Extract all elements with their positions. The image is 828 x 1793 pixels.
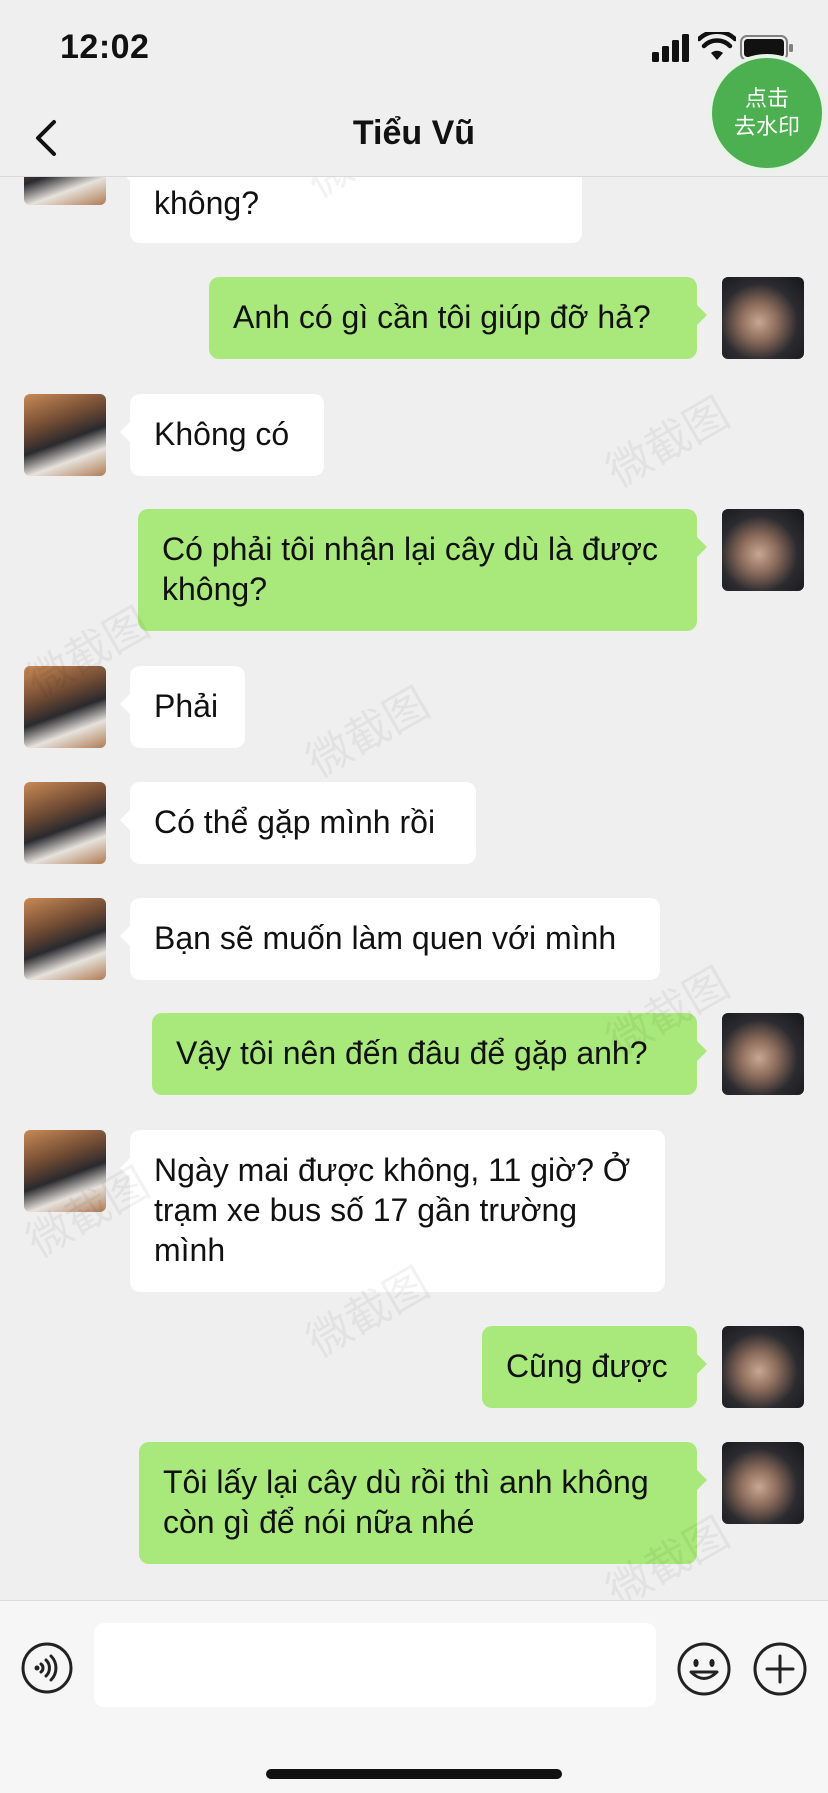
message-bubble-outgoing[interactable]: Có phải tôi nhận lại cây dù là được khôn…: [138, 509, 707, 631]
chat-input-bar: [0, 1600, 828, 1793]
home-indicator: [266, 1769, 562, 1779]
signal-icon: [652, 34, 689, 62]
message-bubble-incoming[interactable]: Có thể gặp mình rồi: [120, 782, 476, 864]
emoji-icon[interactable]: [676, 1641, 732, 1697]
status-bar: 12:02: [0, 0, 828, 100]
message-text: không?: [154, 185, 259, 221]
message-text: Không có: [154, 416, 290, 452]
message-text: Có phải tôi nhận lại cây dù là được khôn…: [162, 531, 659, 607]
avatar-contact[interactable]: [24, 898, 106, 980]
message-text: Bạn sẽ muốn làm quen với mình: [154, 920, 617, 956]
watermark-text: 微截图: [298, 678, 438, 788]
watermark-badge-line1: 点击: [744, 86, 789, 111]
wifi-icon: [698, 32, 736, 60]
plus-icon[interactable]: [752, 1641, 808, 1697]
avatar-self[interactable]: [722, 1326, 804, 1408]
message-text: Cũng được: [506, 1348, 668, 1384]
chat-title: Tiểu Vũ: [352, 114, 476, 152]
message-text: Vậy tôi nên đến đâu để gặp anh?: [176, 1035, 648, 1071]
avatar-self[interactable]: [722, 1442, 804, 1524]
watermark-badge-line2: 去水印: [733, 114, 800, 139]
message-bubble-incoming[interactable]: Bạn sẽ muốn làm quen với mình: [120, 898, 660, 980]
watermark-text: 微截图: [598, 388, 738, 498]
avatar-self[interactable]: [722, 277, 804, 359]
message-bubble-incoming[interactable]: Phải: [120, 666, 245, 748]
message-text: Có thể gặp mình rồi: [154, 804, 436, 840]
status-time: 12:02: [60, 28, 150, 66]
voice-icon[interactable]: [20, 1641, 74, 1695]
remove-watermark-button[interactable]: 点击 去水印: [712, 58, 822, 168]
message-bubble-outgoing[interactable]: Anh có gì cần tôi giúp đỡ hả?: [209, 277, 707, 359]
chat-header: Tiểu Vũ: [0, 100, 828, 177]
chat-messages[interactable]: không? Anh có gì cần tôi giúp đỡ hả? Khô…: [0, 177, 828, 1600]
avatar-contact[interactable]: [24, 394, 106, 476]
avatar-contact[interactable]: [24, 666, 106, 748]
message-bubble-outgoing[interactable]: Vậy tôi nên đến đâu để gặp anh?: [152, 1013, 707, 1095]
avatar-contact[interactable]: [24, 1130, 106, 1212]
message-bubble-outgoing[interactable]: Tôi lấy lại cây dù rồi thì anh không còn…: [139, 1442, 707, 1564]
message-text: Anh có gì cần tôi giúp đỡ hả?: [233, 299, 651, 335]
avatar-contact[interactable]: [24, 177, 106, 205]
message-bubble-incoming[interactable]: Không có: [120, 394, 324, 476]
message-bubble-outgoing[interactable]: Cũng được: [482, 1326, 707, 1408]
message-bubble-incoming[interactable]: không?: [120, 177, 582, 243]
message-text: Tôi lấy lại cây dù rồi thì anh không còn…: [163, 1464, 649, 1540]
message-bubble-incoming[interactable]: Ngày mai được không, 11 giờ? Ở trạm xe b…: [120, 1130, 665, 1292]
avatar-contact[interactable]: [24, 782, 106, 864]
avatar-self[interactable]: [722, 1013, 804, 1095]
message-input[interactable]: [94, 1623, 656, 1707]
avatar-self[interactable]: [722, 509, 804, 591]
message-text: Ngày mai được không, 11 giờ? Ở trạm xe b…: [154, 1152, 631, 1268]
message-text: Phải: [154, 688, 219, 724]
